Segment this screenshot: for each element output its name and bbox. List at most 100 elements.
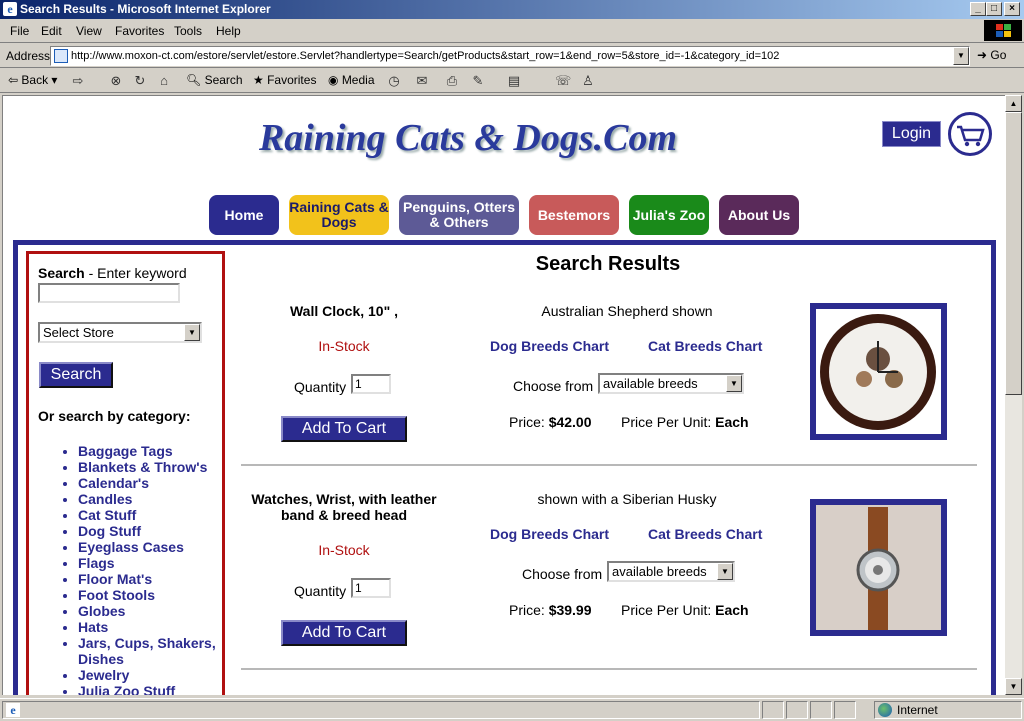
minimize-button[interactable]: _ [970, 2, 986, 16]
category-link[interactable]: Dog Stuff [78, 523, 220, 539]
media-toolbar-label: Media [341, 73, 375, 87]
windows-logo-icon [984, 20, 1022, 41]
search-toolbar-button[interactable]: 🔍︎ Search [186, 73, 243, 87]
search-toolbar-label: Search [204, 73, 243, 87]
favorites-toolbar-button[interactable]: ★ Favorites [253, 73, 316, 87]
nav-julias-zoo[interactable]: Julia's Zoo [629, 195, 709, 235]
page-viewport: Raining Cats & Dogs.Com Login Home Raini… [2, 95, 1005, 695]
security-zone: Internet [874, 701, 1022, 719]
status-pane [786, 701, 808, 719]
store-select[interactable]: Select Store ▼ [38, 322, 202, 343]
menu-view[interactable]: View [76, 24, 102, 38]
cat-breeds-chart-link[interactable]: Cat Breeds Chart [648, 526, 762, 542]
browser-toolbar: ⇦ Back ▾ ⇨ ⊗ ↻ ⌂ 🔍︎ Search ★ Favorites ◉… [0, 69, 1024, 93]
product-divider [241, 668, 977, 670]
window-title: Search Results - Microsoft Internet Expl… [20, 2, 271, 16]
breed-select[interactable]: available breeds ▼ [598, 373, 744, 394]
category-link[interactable]: Globes [78, 603, 220, 619]
address-bar: Address http://www.moxon-ct.com/estore/s… [0, 44, 1024, 68]
ie-logo-icon: e [3, 2, 17, 16]
search-button[interactable]: Search [39, 362, 113, 388]
category-link[interactable]: Calendar's [78, 475, 220, 491]
dog-breeds-chart-link[interactable]: Dog Breeds Chart [490, 526, 609, 542]
scroll-up-icon[interactable]: ▲ [1005, 95, 1022, 112]
status-bar: e Internet [0, 698, 1024, 721]
scroll-down-icon[interactable]: ▼ [1005, 678, 1022, 695]
category-link[interactable]: Jewelry [78, 667, 220, 683]
back-button[interactable]: ⇦ Back ▾ [8, 73, 57, 87]
nav-raining-cats-dogs[interactable]: Raining Cats & Dogs [289, 195, 389, 235]
page-icon [54, 49, 68, 63]
login-button[interactable]: Login [882, 121, 941, 147]
category-link[interactable]: Eyeglass Cases [78, 539, 220, 555]
maximize-button[interactable]: □ [986, 2, 1002, 16]
history-icon[interactable]: ◷ [386, 73, 402, 89]
menu-edit[interactable]: Edit [41, 24, 62, 38]
menu-file[interactable]: File [10, 24, 29, 38]
edit-icon[interactable]: ✎ [470, 73, 486, 89]
category-link[interactable]: Julia Zoo Stuff [78, 683, 220, 695]
category-label: Or search by category: [38, 408, 191, 424]
vertical-scrollbar[interactable]: ▲ ▼ [1005, 95, 1022, 695]
site-title: Raining Cats & Dogs.Com [258, 117, 678, 159]
cat-breeds-chart-link[interactable]: Cat Breeds Chart [648, 338, 762, 354]
address-input[interactable]: http://www.moxon-ct.com/estore/servlet/e… [50, 46, 970, 66]
forward-icon[interactable]: ⇨ [70, 73, 86, 89]
chevron-down-icon: ▼ [717, 563, 733, 580]
search-input[interactable] [38, 283, 180, 303]
add-to-cart-button[interactable]: Add To Cart [281, 620, 407, 646]
category-link[interactable]: Hats [78, 619, 220, 635]
price-per-unit: Price Per Unit: Each [621, 414, 749, 430]
product-description: Australian Shepherd shown [541, 303, 713, 319]
category-link[interactable]: Flags [78, 555, 220, 571]
menu-bar: File Edit View Favorites Tools Help [0, 19, 1024, 43]
category-link[interactable]: Blankets & Throw's [78, 459, 220, 475]
nav-about-us[interactable]: About Us [719, 195, 799, 235]
discuss-icon[interactable]: ▤ [506, 73, 522, 89]
address-url: http://www.moxon-ct.com/estore/servlet/e… [71, 50, 780, 62]
quantity-input[interactable]: 1 [351, 374, 391, 394]
product-image-wall-clock[interactable] [810, 303, 947, 440]
search-label: Search - Enter keyword [38, 265, 187, 281]
address-dropdown-icon[interactable]: ▼ [953, 47, 969, 65]
quantity-label: Quantity [294, 583, 347, 599]
price-label: Price: [509, 414, 549, 430]
quantity-input[interactable]: 1 [351, 578, 391, 598]
category-link[interactable]: Candles [78, 491, 220, 507]
choose-from-label: Choose from [513, 378, 594, 394]
contact-icon[interactable]: ♙ [580, 73, 596, 89]
category-list: Baggage Tags Blankets & Throw's Calendar… [60, 443, 220, 695]
nav-penguins-otters[interactable]: Penguins, Otters & Others [399, 195, 519, 235]
nav-bestemors[interactable]: Bestemors [529, 195, 619, 235]
breed-select[interactable]: available breeds ▼ [607, 561, 735, 582]
dog-breeds-chart-link[interactable]: Dog Breeds Chart [490, 338, 609, 354]
mail-icon[interactable]: ✉ [414, 73, 430, 89]
nav-home[interactable]: Home [209, 195, 279, 235]
product-name: Wall Clock, 10" , [289, 303, 399, 319]
go-button[interactable]: ➜ Go [977, 48, 1006, 62]
menu-favorites[interactable]: Favorites [115, 24, 164, 38]
product-image-wrist-watch[interactable] [810, 499, 947, 636]
category-link[interactable]: Jars, Cups, Shakers, Dishes [78, 635, 220, 667]
media-toolbar-button[interactable]: ◉ Media [328, 73, 375, 87]
category-link[interactable]: Floor Mat's [78, 571, 220, 587]
status-pane [834, 701, 856, 719]
home-icon[interactable]: ⌂ [156, 73, 172, 89]
menu-tools[interactable]: Tools [174, 24, 202, 38]
stock-status: In-Stock [318, 542, 370, 558]
category-link[interactable]: Foot Stools [78, 587, 220, 603]
messenger-icon[interactable]: ☏ [555, 73, 571, 89]
category-link[interactable]: Baggage Tags [78, 443, 220, 459]
print-icon[interactable]: ⎙ [444, 73, 460, 89]
add-to-cart-button[interactable]: Add To Cart [281, 416, 407, 442]
unit-label: Price Per Unit: [621, 414, 716, 430]
price: Price: $42.00 [509, 414, 592, 430]
stop-icon[interactable]: ⊗ [108, 73, 124, 89]
menu-help[interactable]: Help [216, 24, 241, 38]
scroll-thumb[interactable] [1005, 112, 1022, 395]
close-button[interactable]: × [1004, 2, 1020, 16]
refresh-icon[interactable]: ↻ [132, 73, 148, 89]
status-text-pane: e [2, 701, 760, 719]
shopping-cart-icon[interactable] [948, 112, 992, 156]
category-link[interactable]: Cat Stuff [78, 507, 220, 523]
